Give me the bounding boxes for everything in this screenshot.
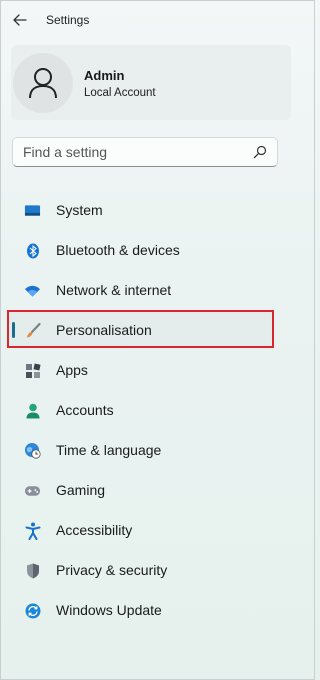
window-frame: Settings Admin Local Account System [0, 0, 315, 680]
update-icon [24, 602, 41, 619]
globe-clock-icon [24, 442, 41, 459]
accounts-icon [24, 402, 41, 419]
search-icon[interactable] [253, 145, 267, 159]
sidebar-item-accessibility[interactable]: Accessibility [1, 510, 316, 550]
sidebar-nav: System Bluetooth & devices Network & int… [1, 190, 316, 630]
user-icon [29, 68, 57, 99]
accessibility-icon [24, 522, 41, 540]
sidebar-item-bluetooth[interactable]: Bluetooth & devices [1, 230, 316, 270]
back-arrow-icon [13, 14, 27, 26]
selection-indicator [12, 322, 15, 338]
apps-icon [24, 362, 41, 379]
sidebar-item-label: Windows Update [56, 602, 162, 618]
wifi-icon [24, 282, 41, 299]
sidebar-item-privacy-security[interactable]: Privacy & security [1, 550, 316, 590]
title-bar: Settings [1, 1, 316, 41]
avatar [13, 53, 73, 113]
search-input[interactable] [23, 143, 243, 161]
sidebar-item-label: System [56, 202, 103, 218]
back-button[interactable] [9, 9, 31, 31]
sidebar-item-label: Gaming [56, 482, 106, 498]
search-box[interactable] [12, 137, 278, 167]
sidebar-item-label: Network & internet [56, 282, 172, 298]
sidebar-item-windows-update[interactable]: Windows Update [1, 590, 316, 630]
sidebar-item-label: Accounts [56, 402, 114, 418]
sidebar-item-label: Bluetooth & devices [56, 242, 180, 258]
shield-icon [24, 562, 41, 579]
sidebar-item-label: Privacy & security [56, 562, 168, 578]
app-title: Settings [46, 13, 90, 27]
brush-icon [24, 322, 41, 339]
sidebar-item-label: Personalisation [56, 322, 152, 338]
profile-name: Admin [84, 68, 125, 83]
sidebar-item-network[interactable]: Network & internet [1, 270, 316, 310]
user-profile-card[interactable]: Admin Local Account [11, 45, 291, 120]
sidebar-item-time-language[interactable]: Time & language [1, 430, 316, 470]
sidebar-item-apps[interactable]: Apps [1, 350, 316, 390]
bluetooth-icon [24, 242, 41, 259]
system-icon [24, 202, 41, 219]
sidebar-item-label: Time & language [56, 442, 162, 458]
gamepad-icon [24, 482, 41, 499]
sidebar-item-personalisation[interactable]: Personalisation [1, 310, 316, 350]
sidebar-item-label: Apps [56, 362, 88, 378]
sidebar-item-accounts[interactable]: Accounts [1, 390, 316, 430]
profile-account-type: Local Account [84, 87, 156, 99]
sidebar-item-label: Accessibility [56, 522, 133, 538]
sidebar-item-system[interactable]: System [1, 190, 316, 230]
sidebar-item-gaming[interactable]: Gaming [1, 470, 316, 510]
